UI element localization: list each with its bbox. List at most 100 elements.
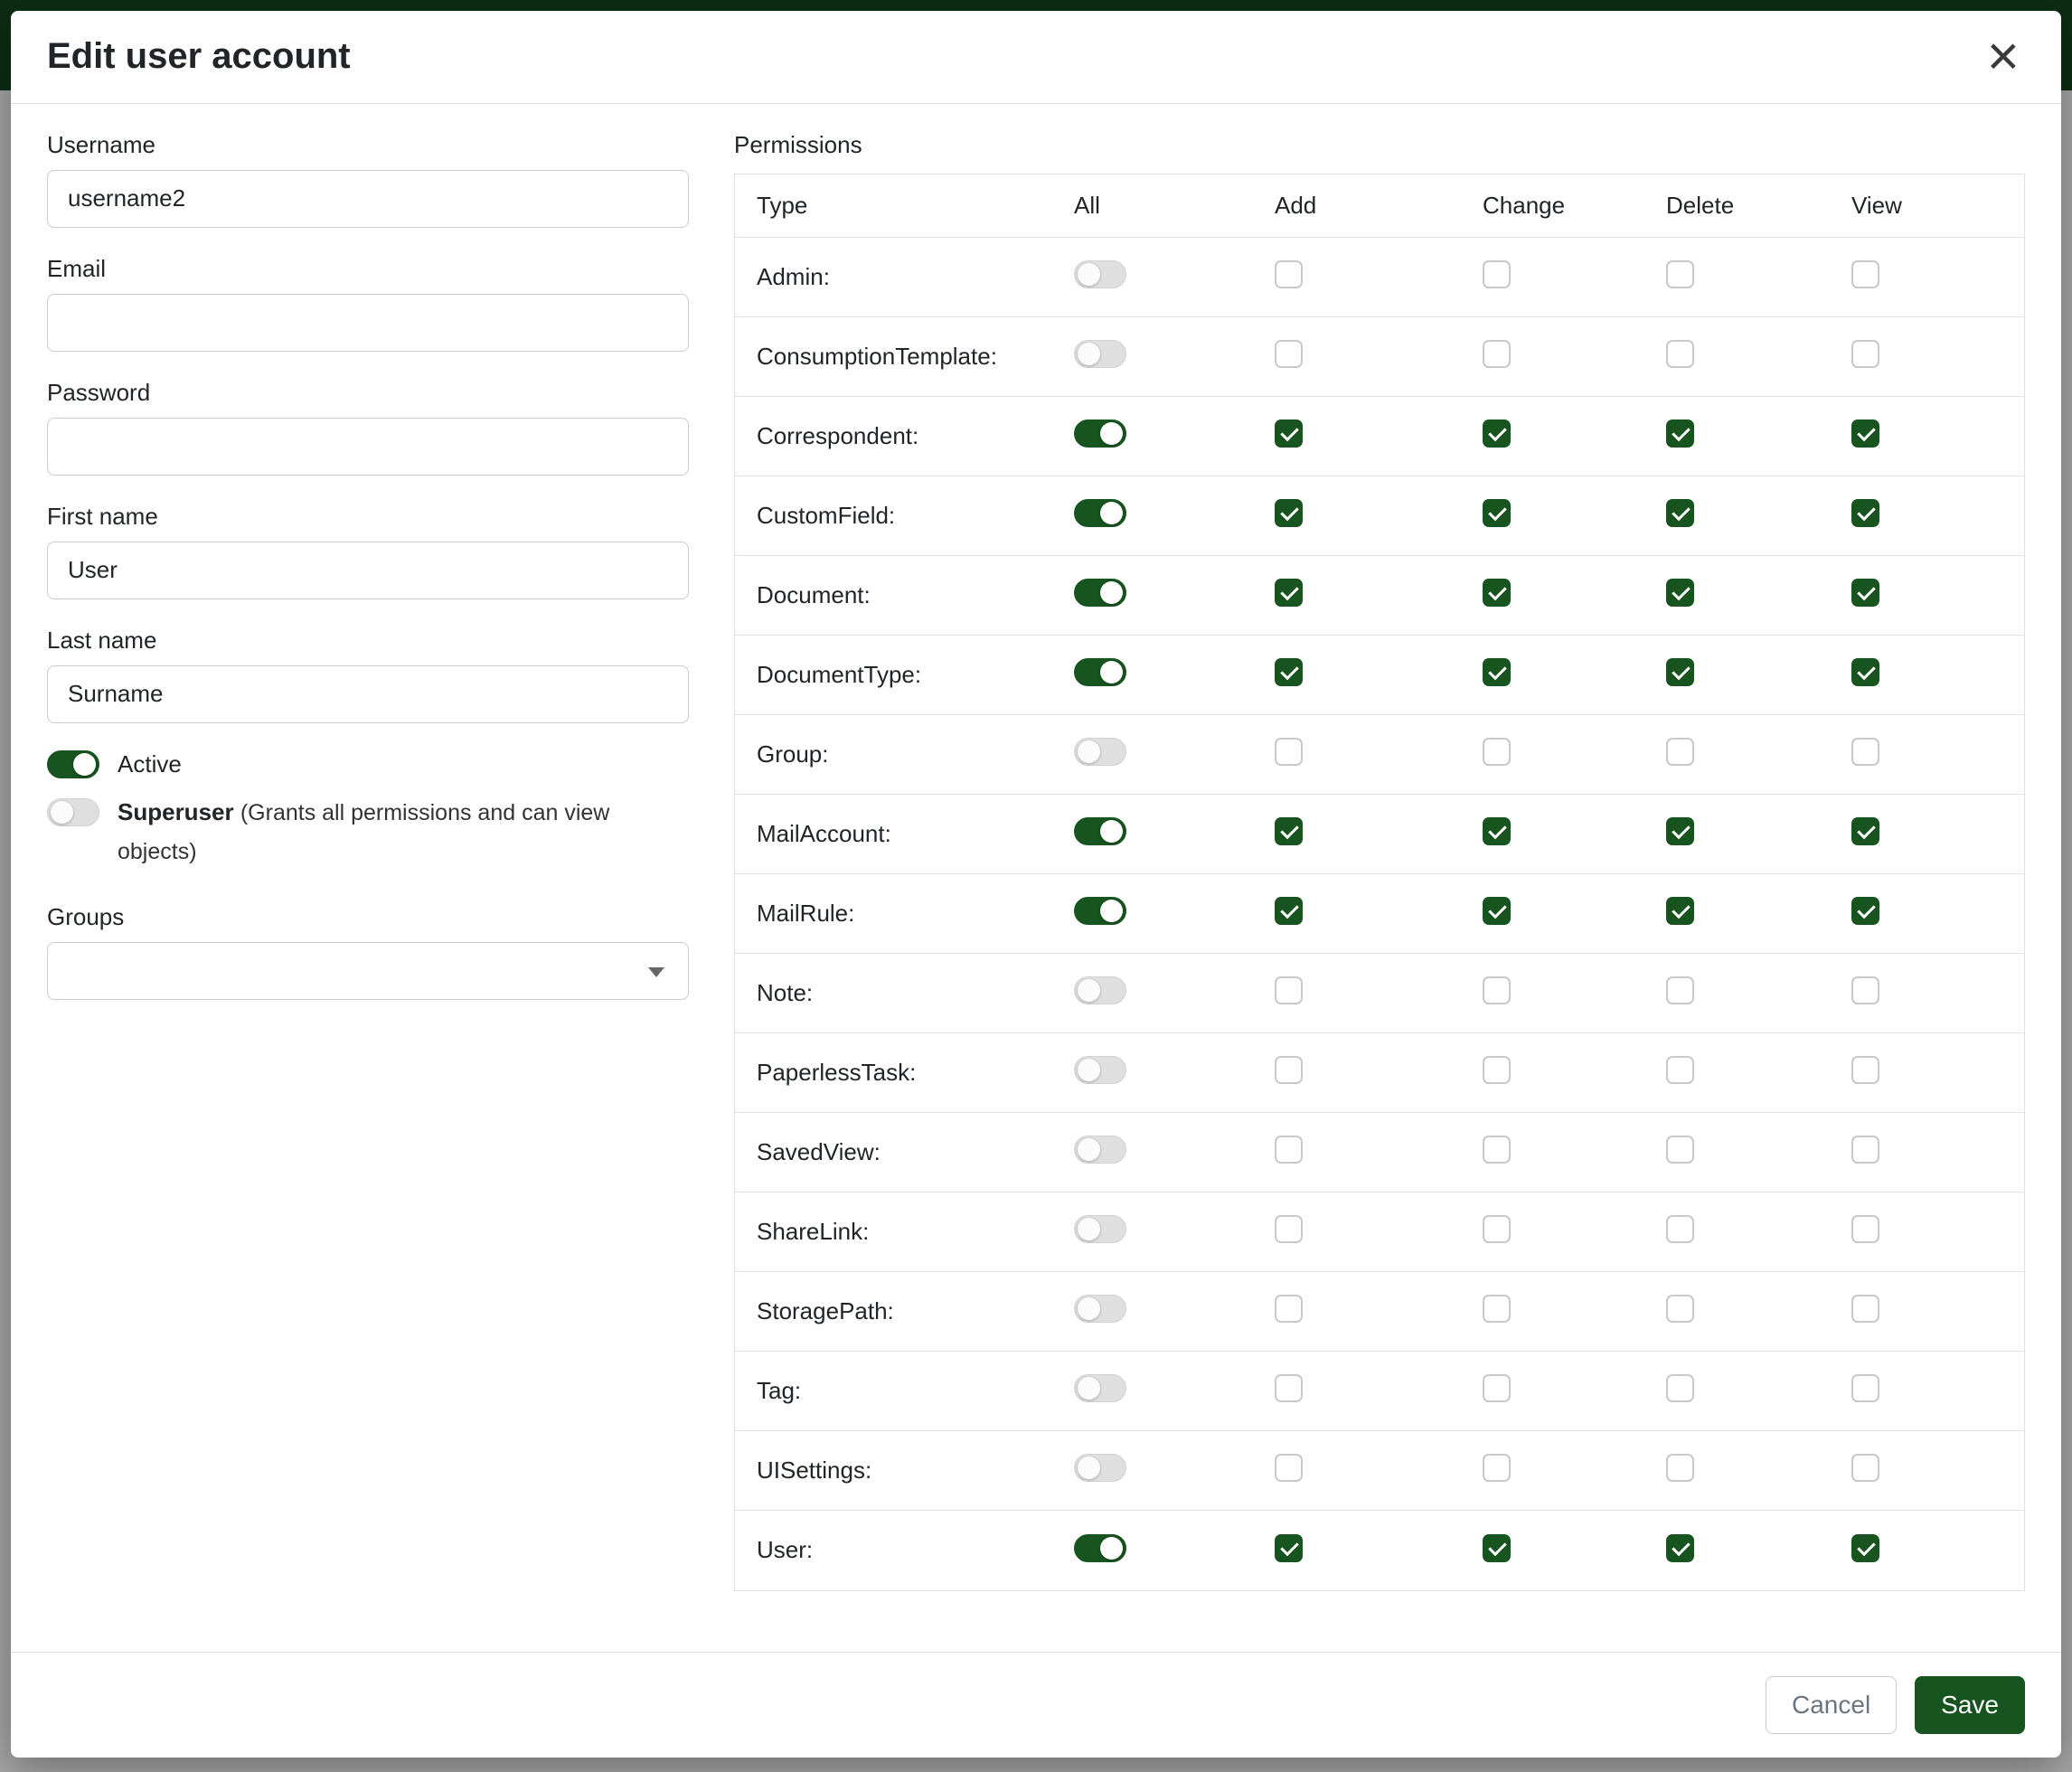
- save-button[interactable]: Save: [1915, 1676, 2025, 1734]
- edit-user-modal: Edit user account × Username Email Passw…: [11, 11, 2061, 1758]
- permission-all-toggle[interactable]: [1074, 1454, 1126, 1482]
- permission-add-checkbox[interactable]: [1275, 1056, 1303, 1084]
- permission-all-toggle[interactable]: [1074, 817, 1126, 845]
- cancel-button[interactable]: Cancel: [1766, 1676, 1897, 1734]
- permission-add-checkbox[interactable]: [1275, 260, 1303, 288]
- permission-view-checkbox[interactable]: [1851, 1534, 1879, 1562]
- permission-add-checkbox[interactable]: [1275, 499, 1303, 527]
- permission-change-checkbox[interactable]: [1483, 340, 1511, 368]
- permission-change-checkbox[interactable]: [1483, 738, 1511, 766]
- permission-all-toggle[interactable]: [1074, 738, 1126, 766]
- permission-all-toggle[interactable]: [1074, 419, 1126, 448]
- permission-view-checkbox[interactable]: [1851, 897, 1879, 925]
- permission-all-toggle[interactable]: [1074, 579, 1126, 607]
- permission-change-checkbox[interactable]: [1483, 260, 1511, 288]
- permission-delete-checkbox[interactable]: [1666, 658, 1694, 686]
- permission-view-checkbox[interactable]: [1851, 738, 1879, 766]
- permission-delete-checkbox[interactable]: [1666, 1295, 1694, 1323]
- permission-delete-checkbox[interactable]: [1666, 419, 1694, 448]
- permission-delete-checkbox[interactable]: [1666, 817, 1694, 845]
- close-icon[interactable]: ×: [1982, 34, 2025, 80]
- modal-footer: Cancel Save: [11, 1652, 2061, 1758]
- permission-view-checkbox[interactable]: [1851, 1136, 1879, 1164]
- permission-add-checkbox[interactable]: [1275, 658, 1303, 686]
- permission-change-checkbox[interactable]: [1483, 1454, 1511, 1482]
- permission-add-checkbox[interactable]: [1275, 1454, 1303, 1482]
- permission-add-checkbox[interactable]: [1275, 1136, 1303, 1164]
- permission-all-toggle[interactable]: [1074, 976, 1126, 1004]
- permission-add-checkbox[interactable]: [1275, 1534, 1303, 1562]
- email-field[interactable]: [47, 294, 689, 352]
- permission-change-checkbox[interactable]: [1483, 817, 1511, 845]
- permission-type-label: MailRule:: [735, 900, 1074, 928]
- permission-view-checkbox[interactable]: [1851, 579, 1879, 607]
- permission-change-checkbox[interactable]: [1483, 1374, 1511, 1402]
- permission-all-toggle[interactable]: [1074, 1295, 1126, 1323]
- permission-all-toggle[interactable]: [1074, 1056, 1126, 1084]
- username-input[interactable]: [47, 170, 689, 228]
- permission-delete-checkbox[interactable]: [1666, 1374, 1694, 1402]
- permission-change-checkbox[interactable]: [1483, 976, 1511, 1004]
- permission-view-checkbox[interactable]: [1851, 419, 1879, 448]
- last-name-field[interactable]: [47, 665, 689, 723]
- permission-add-checkbox[interactable]: [1275, 976, 1303, 1004]
- permission-change-checkbox[interactable]: [1483, 499, 1511, 527]
- permission-all-toggle[interactable]: [1074, 340, 1126, 368]
- permission-add-checkbox[interactable]: [1275, 579, 1303, 607]
- permission-all-toggle[interactable]: [1074, 1534, 1126, 1562]
- permission-add-checkbox[interactable]: [1275, 817, 1303, 845]
- permission-all-toggle[interactable]: [1074, 897, 1126, 925]
- permission-type-label: MailAccount:: [735, 820, 1074, 848]
- password-field[interactable]: [47, 418, 689, 476]
- permission-view-checkbox[interactable]: [1851, 1295, 1879, 1323]
- permission-add-checkbox[interactable]: [1275, 1374, 1303, 1402]
- permission-view-checkbox[interactable]: [1851, 1056, 1879, 1084]
- permission-delete-checkbox[interactable]: [1666, 1136, 1694, 1164]
- permission-change-checkbox[interactable]: [1483, 419, 1511, 448]
- permission-all-toggle[interactable]: [1074, 260, 1126, 288]
- permission-delete-checkbox[interactable]: [1666, 976, 1694, 1004]
- permission-delete-checkbox[interactable]: [1666, 340, 1694, 368]
- permission-all-toggle[interactable]: [1074, 658, 1126, 686]
- permission-add-checkbox[interactable]: [1275, 419, 1303, 448]
- permission-view-checkbox[interactable]: [1851, 260, 1879, 288]
- permission-delete-checkbox[interactable]: [1666, 579, 1694, 607]
- first-name-field[interactable]: [47, 542, 689, 599]
- permission-change-checkbox[interactable]: [1483, 1295, 1511, 1323]
- permission-all-toggle[interactable]: [1074, 1374, 1126, 1402]
- permission-change-checkbox[interactable]: [1483, 579, 1511, 607]
- permission-delete-checkbox[interactable]: [1666, 499, 1694, 527]
- permission-view-checkbox[interactable]: [1851, 499, 1879, 527]
- permission-delete-checkbox[interactable]: [1666, 897, 1694, 925]
- permission-add-checkbox[interactable]: [1275, 738, 1303, 766]
- permission-delete-checkbox[interactable]: [1666, 1454, 1694, 1482]
- permission-delete-checkbox[interactable]: [1666, 1534, 1694, 1562]
- permission-change-checkbox[interactable]: [1483, 658, 1511, 686]
- permission-change-checkbox[interactable]: [1483, 1136, 1511, 1164]
- permission-all-toggle[interactable]: [1074, 499, 1126, 527]
- permission-all-toggle[interactable]: [1074, 1136, 1126, 1164]
- permission-change-checkbox[interactable]: [1483, 897, 1511, 925]
- permission-add-checkbox[interactable]: [1275, 340, 1303, 368]
- permission-all-toggle[interactable]: [1074, 1215, 1126, 1243]
- permission-view-checkbox[interactable]: [1851, 658, 1879, 686]
- permission-delete-checkbox[interactable]: [1666, 738, 1694, 766]
- permission-delete-checkbox[interactable]: [1666, 1215, 1694, 1243]
- permission-add-checkbox[interactable]: [1275, 1215, 1303, 1243]
- permission-delete-checkbox[interactable]: [1666, 260, 1694, 288]
- groups-select[interactable]: [47, 942, 689, 1000]
- permission-change-checkbox[interactable]: [1483, 1215, 1511, 1243]
- permission-change-checkbox[interactable]: [1483, 1534, 1511, 1562]
- permission-add-checkbox[interactable]: [1275, 1295, 1303, 1323]
- permission-add-checkbox[interactable]: [1275, 897, 1303, 925]
- permission-view-checkbox[interactable]: [1851, 1454, 1879, 1482]
- permission-delete-checkbox[interactable]: [1666, 1056, 1694, 1084]
- superuser-toggle[interactable]: [47, 798, 99, 826]
- active-toggle[interactable]: [47, 750, 99, 778]
- permission-change-checkbox[interactable]: [1483, 1056, 1511, 1084]
- permission-view-checkbox[interactable]: [1851, 1374, 1879, 1402]
- permission-view-checkbox[interactable]: [1851, 817, 1879, 845]
- permission-view-checkbox[interactable]: [1851, 976, 1879, 1004]
- permission-view-checkbox[interactable]: [1851, 1215, 1879, 1243]
- permission-view-checkbox[interactable]: [1851, 340, 1879, 368]
